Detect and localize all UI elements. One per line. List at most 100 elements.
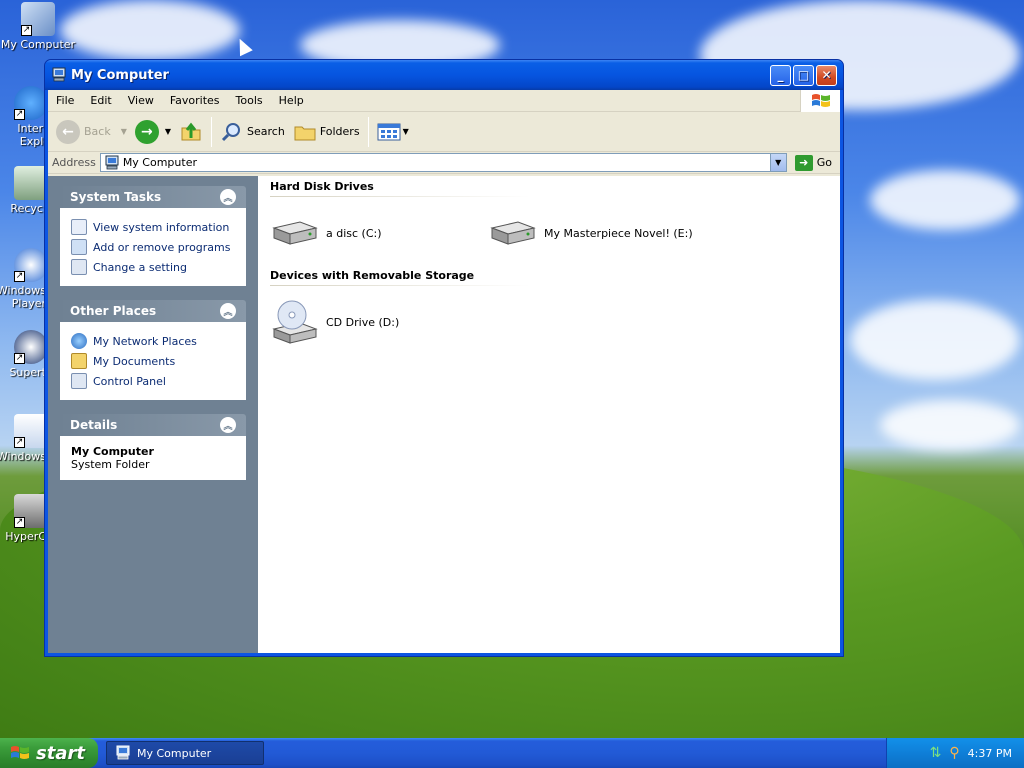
desktop-icon-label: HyperC	[5, 530, 46, 543]
start-button[interactable]: start	[0, 738, 98, 768]
views-button[interactable]: ▼	[373, 120, 413, 144]
drive-d[interactable]: CD Drive (D:)	[270, 298, 488, 346]
cd-drive-icon	[272, 300, 318, 344]
forward-arrow-icon: →	[134, 119, 159, 144]
desktop-icon-recycle-bin[interactable]: Recycl	[0, 166, 46, 215]
panel-title: System Tasks	[70, 190, 162, 204]
place-my-network-places[interactable]: My Network Places	[71, 331, 235, 351]
taskbar-button-my-computer[interactable]: My Computer	[106, 741, 264, 765]
internet-explorer-icon: ↗	[14, 86, 48, 120]
my-computer-window: My Computer _ □ ✕ File Edit View Favorit…	[44, 59, 844, 657]
collapse-icon[interactable]: ︽	[220, 303, 236, 319]
minimize-button[interactable]: _	[770, 64, 791, 86]
menu-view[interactable]: View	[120, 94, 162, 107]
place-control-panel[interactable]: Control Panel	[71, 371, 235, 391]
window-client: File Edit View Favorites Tools Help ← Ba…	[48, 90, 840, 653]
desktop-icon-label: Supert	[9, 366, 46, 379]
task-label: Change a setting	[93, 260, 187, 274]
network-icon[interactable]: ⇅	[930, 745, 942, 761]
system-tasks-header[interactable]: System Tasks ︽	[60, 186, 246, 208]
taskbar: start My Computer ⇅ ⚲ 4:37 PM	[0, 738, 1024, 768]
other-places-panel: Other Places ︽ My Network Places My Docu…	[60, 300, 246, 400]
desktop-icon-hyperterminal[interactable]: ↗ HyperC	[0, 494, 46, 543]
hard-drive-icon	[272, 221, 318, 245]
address-dropdown-button[interactable]: ▼	[769, 154, 786, 171]
back-label: Back	[84, 125, 111, 138]
title-bar[interactable]: My Computer _ □ ✕	[45, 60, 843, 90]
windows-icon: ↗	[14, 414, 46, 448]
search-icon	[221, 122, 241, 141]
place-label: Control Panel	[93, 374, 166, 388]
my-computer-icon	[105, 155, 119, 169]
menu-file[interactable]: File	[48, 94, 82, 107]
desktop-icon-internet-explorer[interactable]: ↗ Intern Explo	[0, 86, 50, 148]
recycle-bin-icon	[14, 166, 46, 200]
desktop-icon-media-player[interactable]: ↗ Windows Player	[0, 248, 46, 310]
up-button[interactable]	[175, 118, 207, 146]
mouse-cursor	[233, 35, 253, 57]
my-computer-icon	[116, 745, 130, 760]
other-places-header[interactable]: Other Places ︽	[60, 300, 246, 322]
group-title: Hard Disk Drives	[270, 180, 374, 193]
collapse-icon[interactable]: ︽	[220, 189, 236, 205]
search-button[interactable]: Search	[216, 118, 289, 146]
forward-button[interactable]: → ▼	[131, 118, 175, 146]
clock[interactable]: 4:37 PM	[968, 747, 1012, 760]
place-label: My Documents	[93, 354, 176, 368]
add-remove-icon	[71, 239, 87, 255]
go-label: Go	[816, 156, 832, 169]
details-header[interactable]: Details ︽	[60, 414, 246, 436]
task-pane: System Tasks ︽ View system information A…	[48, 176, 258, 653]
group-header-hard-disks: Hard Disk Drives	[270, 178, 828, 197]
desktop-icon-supertux[interactable]: ↗ Supert	[0, 330, 46, 379]
window-title: My Computer	[71, 67, 169, 83]
cloud	[60, 0, 240, 60]
system-tray: ⇅ ⚲ 4:37 PM	[886, 738, 1024, 768]
menu-edit[interactable]: Edit	[82, 94, 119, 107]
place-my-documents[interactable]: My Documents	[71, 351, 235, 371]
panel-body: My Network Places My Documents Control P…	[60, 322, 246, 400]
desktop-icon-windows[interactable]: ↗ Windows	[0, 414, 46, 463]
cloud	[870, 170, 1020, 230]
desktop-icon-label: My Computer	[0, 38, 76, 51]
folders-icon	[294, 126, 316, 140]
supertux-icon: ↗	[14, 330, 46, 364]
task-view-system-information[interactable]: View system information	[71, 217, 235, 237]
drive-label: a disc (C:)	[326, 226, 382, 240]
details-type: System Folder	[71, 458, 150, 471]
menu-help[interactable]: Help	[271, 94, 312, 107]
folder-up-icon	[181, 122, 201, 140]
maximize-icon: □	[797, 68, 810, 82]
drive-label: CD Drive (D:)	[326, 315, 400, 329]
panel-body: View system information Add or remove pr…	[60, 208, 246, 286]
task-add-remove-programs[interactable]: Add or remove programs	[71, 237, 235, 257]
hyperterminal-icon: ↗	[14, 494, 46, 528]
my-documents-icon	[71, 353, 87, 369]
desktop-icon-my-computer[interactable]: ↗ My Computer	[0, 2, 78, 51]
task-label: Add or remove programs	[93, 240, 231, 254]
back-arrow-icon: ←	[56, 119, 80, 144]
back-button[interactable]: ← Back ▼	[52, 118, 131, 146]
go-button[interactable]: ➜ Go	[791, 154, 836, 171]
desktop-icon-label: Recycl	[10, 202, 46, 215]
chevron-down-icon: ▼	[775, 158, 782, 167]
file-view: Hard Disk Drives a disc (C:) My Masterpi…	[258, 176, 840, 653]
toolbar-separator	[211, 116, 213, 147]
address-field[interactable]: My Computer ▼	[99, 153, 787, 172]
details-name: My Computer	[71, 445, 154, 458]
close-button[interactable]: ✕	[816, 64, 837, 86]
folders-button[interactable]: Folders	[289, 118, 364, 146]
drive-c[interactable]: a disc (C:)	[270, 209, 488, 257]
folders-label: Folders	[319, 125, 360, 138]
maximize-button[interactable]: □	[793, 64, 814, 86]
desktop-icon-label: Windows	[0, 450, 46, 463]
search-icon[interactable]: ⚲	[949, 745, 959, 761]
network-places-icon	[71, 333, 87, 349]
toolbar-separator	[367, 116, 369, 147]
menu-favorites[interactable]: Favorites	[162, 94, 228, 107]
windows-logo-icon	[11, 746, 29, 759]
task-change-setting[interactable]: Change a setting	[71, 257, 235, 277]
collapse-icon[interactable]: ︽	[220, 417, 236, 433]
menu-tools[interactable]: Tools	[228, 94, 271, 107]
drive-e[interactable]: My Masterpiece Novel! (E:)	[488, 209, 706, 257]
